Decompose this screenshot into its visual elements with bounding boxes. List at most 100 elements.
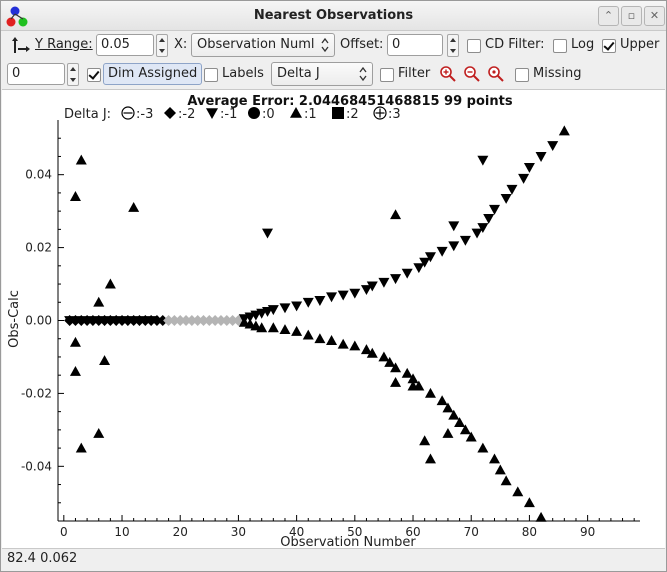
y-tick-label: 0.02 — [25, 241, 52, 255]
data-point — [69, 366, 81, 376]
zoom-reset-icon[interactable] — [487, 65, 505, 83]
log-label: Log — [571, 37, 595, 52]
data-point — [424, 453, 436, 464]
window-close-button[interactable]: ✕ — [644, 6, 665, 26]
y-tick-label: -0.02 — [21, 386, 52, 400]
plot-area[interactable]: Average Error: 2.04468451468815 99 point… — [2, 89, 665, 550]
legend-entry-label: :2 — [346, 107, 359, 122]
window-title: Nearest Observations — [253, 8, 414, 23]
filter-checkbox[interactable] — [380, 68, 394, 82]
offset-spinner[interactable] — [447, 34, 459, 57]
log-checkbox[interactable] — [553, 39, 567, 53]
data-point — [314, 296, 326, 306]
offset-input[interactable]: 0 — [387, 34, 443, 56]
data-point — [506, 184, 518, 195]
chevron-updown-icon — [359, 66, 367, 82]
y-range-spinner[interactable] — [156, 34, 168, 57]
chart-legend: Delta J::-3:-2:-1:0:1:2:3 — [64, 106, 401, 122]
cd-filter-checkbox[interactable] — [467, 39, 481, 53]
missing-checkbox[interactable] — [515, 68, 529, 82]
y-tick-label: 0.00 — [25, 314, 52, 328]
legend-symbol-triangle-down — [206, 108, 218, 119]
data-point — [93, 428, 105, 438]
data-point — [483, 214, 495, 224]
data-point — [337, 290, 349, 301]
window-up-button[interactable]: ⌃ — [598, 6, 619, 26]
x-tick-label: 10 — [114, 525, 129, 539]
data-point — [512, 486, 524, 497]
data-point — [349, 288, 361, 299]
y-range-input[interactable]: 0.05 — [96, 34, 154, 56]
legend-entry-label: :-2 — [178, 107, 195, 122]
data-point — [390, 274, 402, 285]
value-input[interactable]: 0 — [7, 63, 65, 85]
data-point — [337, 338, 349, 349]
data-point — [535, 511, 547, 522]
missing-label: Missing — [533, 66, 582, 81]
data-point — [302, 329, 314, 340]
legend-symbol-square — [332, 107, 344, 119]
data-point — [518, 173, 530, 184]
window-restore-button[interactable]: ▫ — [621, 6, 642, 26]
data-point — [302, 297, 314, 308]
data-point — [500, 475, 512, 486]
caret-up-icon: ⌃ — [603, 9, 614, 22]
y-tick-label: -0.04 — [21, 459, 52, 473]
legend-entry-label: :-3 — [136, 107, 153, 122]
data-point — [448, 241, 460, 252]
data-point — [419, 435, 431, 446]
data-point — [477, 155, 489, 166]
chart-axes: 0 10 20 30 40 50 60 70 80 90-0.04-0.020.000.020.0… — [21, 120, 640, 539]
dim-assigned-label[interactable]: Dim Assigned — [103, 63, 203, 85]
data-point — [547, 141, 559, 152]
data-point — [128, 201, 140, 212]
scatter-chart[interactable]: Average Error: 2.04468451468815 99 point… — [2, 90, 665, 550]
legend-symbol-circle-plus — [373, 106, 387, 120]
value-spinner[interactable] — [67, 63, 79, 86]
data-point — [326, 292, 338, 303]
y-tick-label: 0.04 — [25, 168, 52, 182]
x-tick-label: 90 — [580, 525, 595, 539]
x-axis-select[interactable]: Observation Numl — [191, 33, 335, 57]
data-point — [279, 303, 291, 314]
x-tick-label: 30 — [231, 525, 246, 539]
delta-select[interactable]: Delta J — [271, 62, 373, 86]
data-point — [99, 355, 111, 365]
data-point — [558, 125, 570, 136]
legend-title: Delta J: — [64, 107, 111, 122]
data-point — [477, 442, 489, 453]
upper-label: Upper — [620, 37, 660, 52]
data-point — [489, 204, 500, 215]
status-bar: 82.4 0.062 — [7, 551, 78, 566]
labels-checkbox[interactable] — [204, 68, 218, 82]
data-point — [442, 428, 454, 438]
data-point — [535, 152, 547, 162]
restore-icon: ▫ — [627, 9, 636, 22]
close-icon: ✕ — [649, 9, 660, 22]
data-point — [390, 209, 402, 220]
x-label: X: — [174, 37, 188, 52]
data-point — [93, 296, 105, 307]
data-point — [401, 367, 413, 378]
legend-symbol-circle — [248, 107, 260, 119]
y-axis-label: Obs-Calc — [7, 290, 22, 348]
data-point — [314, 333, 326, 344]
y-range-label: Y Range: — [35, 37, 93, 52]
toolbar-row-2: 0 Dim Assigned Labels Delta J Filter Mis… — [1, 61, 666, 87]
data-point — [349, 340, 361, 351]
zoom-out-icon[interactable] — [463, 65, 481, 83]
upper-checkbox[interactable] — [602, 39, 616, 53]
data-point — [489, 453, 500, 464]
data-point — [448, 221, 460, 232]
x-tick-label: 20 — [173, 525, 188, 539]
zoom-in-icon[interactable] — [439, 65, 457, 83]
legend-entry-label: :-1 — [220, 107, 237, 122]
data-point — [436, 246, 448, 257]
data-point — [104, 278, 116, 289]
swap-axes-icon[interactable] — [9, 35, 31, 57]
data-point — [471, 228, 483, 239]
dim-assigned-checkbox[interactable] — [87, 68, 101, 82]
data-point — [378, 277, 390, 288]
data-point — [267, 322, 279, 333]
legend-entry-label: :1 — [304, 107, 317, 122]
